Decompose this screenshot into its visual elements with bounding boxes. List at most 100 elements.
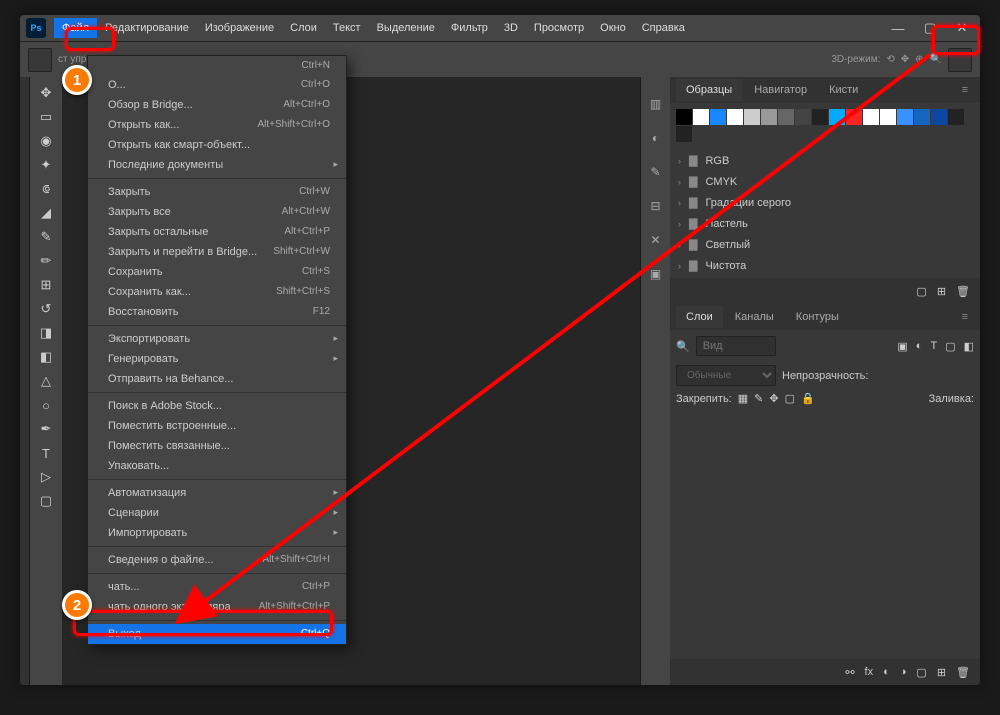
menu-item[interactable]: Отправить на Behance... (88, 369, 346, 389)
swatch[interactable] (880, 109, 896, 125)
swatch[interactable] (795, 109, 811, 125)
tab-brushes[interactable]: Кисти (819, 79, 868, 101)
swatch[interactable] (931, 109, 947, 125)
wand-tool[interactable]: ✦ (32, 153, 60, 177)
pen-tool[interactable]: ✒ (32, 417, 60, 441)
menu-справка[interactable]: Справка (634, 18, 693, 38)
search-icon[interactable]: 🔍 (930, 54, 942, 65)
path-tool[interactable]: ▷ (32, 465, 60, 489)
swatch[interactable] (744, 109, 760, 125)
menu-item[interactable]: Закрыть остальныеAlt+Ctrl+P (88, 222, 346, 242)
menu-item[interactable]: О...Ctrl+O (88, 75, 346, 95)
swatch-group[interactable]: ›▇Светлый (678, 234, 972, 255)
crop-tool[interactable]: ⟃ (32, 177, 60, 201)
menu-item[interactable]: Сценарии (88, 503, 346, 523)
swatch[interactable] (727, 109, 743, 125)
adjustment-icon[interactable]: ◑ (900, 666, 907, 678)
brush-tool[interactable]: ✏ (32, 249, 60, 273)
home-icon[interactable] (28, 48, 52, 72)
history-tool[interactable]: ↺ (32, 297, 60, 321)
new-layer-icon[interactable]: ⊞ (937, 666, 946, 679)
pan-icon[interactable]: ✥ (901, 54, 909, 65)
swatch[interactable] (676, 109, 692, 125)
lock-pixels-icon[interactable]: ▦ (738, 392, 748, 405)
filter-adjust-icon[interactable]: ◐ (916, 340, 923, 353)
menu-окно[interactable]: Окно (592, 18, 634, 38)
panel-menu-icon[interactable]: ≡ (956, 84, 974, 96)
swatch-group[interactable]: ›▇Градации серого (678, 192, 972, 213)
mask-icon[interactable]: ◐ (883, 666, 890, 678)
swatch-group[interactable]: ›▇CMYK (678, 171, 972, 192)
menu-item[interactable]: ВосстановитьF12 (88, 302, 346, 322)
layer-search-input[interactable] (696, 336, 776, 356)
character-icon[interactable]: ⊟ (648, 199, 664, 215)
move-tool[interactable]: ✥ (32, 81, 60, 105)
menu-item[interactable]: Упаковать... (88, 456, 346, 476)
menu-item[interactable]: Закрыть всеAlt+Ctrl+W (88, 202, 346, 222)
filter-shape-icon[interactable]: ▢ (945, 340, 955, 353)
menu-item[interactable]: Поиск в Adobe Stock... (88, 396, 346, 416)
tab-channels[interactable]: Каналы (725, 306, 784, 328)
menu-item[interactable]: Открыть как смарт-объект... (88, 135, 346, 155)
filter-type-icon[interactable]: T (930, 340, 937, 353)
menu-item[interactable]: чать...Ctrl+P (88, 577, 346, 597)
filter-pixel-icon[interactable]: ▣ (897, 340, 907, 353)
lasso-tool[interactable]: ◉ (32, 129, 60, 153)
menu-item[interactable]: Закрыть и перейти в Bridge...Shift+Ctrl+… (88, 242, 346, 262)
lock-artboard-icon[interactable]: ▢ (785, 392, 795, 405)
dodge-tool[interactable]: ○ (32, 393, 60, 417)
menu-item[interactable]: Поместить связанные... (88, 436, 346, 456)
type-tool[interactable]: T (32, 441, 60, 465)
menu-item[interactable]: Сохранить как...Shift+Ctrl+S (88, 282, 346, 302)
blur-tool[interactable]: △ (32, 369, 60, 393)
tab-swatches[interactable]: Образцы (676, 79, 742, 101)
menu-item[interactable]: ЗакрытьCtrl+W (88, 182, 346, 202)
swatch[interactable] (812, 109, 828, 125)
lock-all-icon[interactable]: 🔒 (801, 392, 815, 405)
orbit-icon[interactable]: ⟲ (886, 54, 894, 65)
swatch[interactable] (897, 109, 913, 125)
stamp-tool[interactable]: ⊞ (32, 273, 60, 297)
swatch[interactable] (710, 109, 726, 125)
menu-item[interactable]: Сведения о файле...Alt+Shift+Ctrl+I (88, 550, 346, 570)
menu-3d[interactable]: 3D (496, 18, 526, 38)
new-swatch-icon[interactable]: ⊞ (937, 285, 946, 298)
marquee-tool[interactable]: ▭ (32, 105, 60, 129)
tab-layers[interactable]: Слои (676, 306, 723, 328)
menu-item[interactable]: Автоматизация (88, 483, 346, 503)
swatch[interactable] (676, 126, 692, 142)
delete-icon[interactable]: 🗑 (956, 666, 970, 679)
minimize-button[interactable]: — (886, 18, 910, 38)
menu-фильтр[interactable]: Фильтр (443, 18, 496, 38)
brush-panel-icon[interactable]: ✎ (648, 165, 664, 181)
menu-item[interactable]: Поместить встроенные... (88, 416, 346, 436)
shape-tool[interactable]: ▢ (32, 489, 60, 513)
blend-mode-select[interactable]: Обычные (676, 365, 776, 386)
swatch[interactable] (914, 109, 930, 125)
menu-item[interactable]: Открыть как...Alt+Shift+Ctrl+O (88, 115, 346, 135)
menu-изображение[interactable]: Изображение (197, 18, 282, 38)
swatch[interactable] (829, 109, 845, 125)
gradient-tool[interactable]: ◧ (32, 345, 60, 369)
properties-icon[interactable]: ▥ (648, 97, 664, 113)
eyedropper-tool[interactable]: ◢ (32, 201, 60, 225)
swatch-group[interactable]: ›▇Чистота (678, 255, 972, 276)
swatch[interactable] (863, 109, 879, 125)
menu-item[interactable]: СохранитьCtrl+S (88, 262, 346, 282)
group-icon[interactable]: ▢ (916, 666, 926, 679)
swatch[interactable] (778, 109, 794, 125)
adjustments-icon[interactable]: ◐ (648, 131, 664, 147)
menu-item[interactable]: Генерировать (88, 349, 346, 369)
link-icon[interactable]: ⚯ (845, 666, 854, 679)
filter-smart-icon[interactable]: ◧ (964, 340, 974, 353)
menu-item[interactable]: Импортировать (88, 523, 346, 543)
menu-item[interactable]: Последние документы (88, 155, 346, 175)
layers-menu-icon[interactable]: ≡ (956, 311, 974, 323)
fx-icon[interactable]: fx (865, 666, 874, 678)
heal-tool[interactable]: ✎ (32, 225, 60, 249)
menu-просмотр[interactable]: Просмотр (526, 18, 592, 38)
new-group-icon[interactable]: ▢ (916, 285, 926, 298)
lock-move-icon[interactable]: ✥ (769, 392, 778, 405)
libraries-icon[interactable]: ▣ (648, 267, 664, 283)
menu-item[interactable]: Ctrl+N (88, 56, 346, 75)
